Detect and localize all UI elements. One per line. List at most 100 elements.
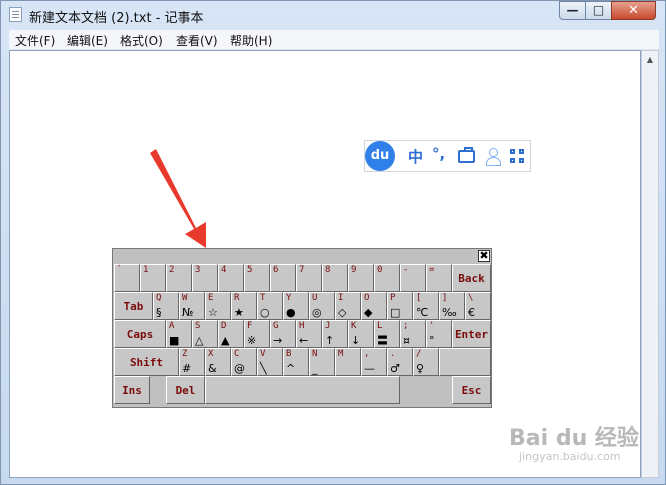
soft-keyboard-titlebar[interactable]	[113, 249, 491, 263]
user-icon[interactable]	[485, 148, 501, 166]
key-10-row2[interactable]: [℃	[413, 292, 439, 320]
menu-view[interactable]: 查看(V)	[176, 32, 218, 49]
key-0-row4[interactable]: Z #	[179, 348, 205, 376]
key-0-row2[interactable]: Q §	[153, 292, 179, 320]
key-6-row3-symbol: ↑	[325, 334, 335, 347]
key-12-row2[interactable]: \ €	[465, 292, 491, 320]
key-7-row2-symbol: ◇	[338, 306, 347, 319]
key-8-row3-label: L	[377, 321, 383, 331]
key-2-row2[interactable]: E ☆	[205, 292, 231, 320]
key-shift[interactable]: Shift	[114, 348, 179, 376]
key-5-row1[interactable]: 5	[244, 264, 270, 292]
key-7-row1[interactable]: 7	[296, 264, 322, 292]
key-7-row3[interactable]: K ↓	[348, 320, 374, 348]
key-9-row2[interactable]: P □	[387, 292, 413, 320]
close-button[interactable]: ✕	[611, 1, 656, 20]
key-enter[interactable]: Enter	[452, 320, 491, 348]
scroll-up-icon[interactable]: ▲	[642, 51, 658, 68]
key-8-row4[interactable]: . ♂	[387, 348, 413, 376]
key-11-row2[interactable]: ] ‰	[439, 292, 465, 320]
key-8-row1[interactable]: 8	[322, 264, 348, 292]
key-back-label: Back	[458, 272, 485, 285]
key-6-row1-label: 6	[273, 265, 279, 275]
key-back[interactable]: Back	[452, 264, 491, 292]
key-9-row4[interactable]: / ♀	[413, 348, 439, 376]
key-3-row3[interactable]: F ※	[244, 320, 270, 348]
maximize-icon: □	[592, 3, 605, 17]
key-4-row1[interactable]: 4	[218, 264, 244, 292]
key-7-row4-symbol: —	[364, 362, 375, 375]
key-esc[interactable]: Esc	[452, 376, 491, 404]
key-5-row3[interactable]: H ←	[296, 320, 322, 348]
key-7-row2-label: I	[338, 293, 344, 303]
key-4-row2[interactable]: T ○	[257, 292, 283, 320]
key-0-row2-symbol: §	[156, 306, 162, 319]
key-0-row3[interactable]: A ■	[166, 320, 192, 348]
maximize-button[interactable]: □	[585, 1, 612, 20]
key-2-row4[interactable]: C @	[231, 348, 257, 376]
key-4-row4[interactable]: B ^	[283, 348, 309, 376]
key-3-row4[interactable]: V ╲	[257, 348, 283, 376]
key-2-row3[interactable]: D ▲	[218, 320, 244, 348]
key-9-row3[interactable]: ; ¤	[400, 320, 426, 348]
key-11-row1[interactable]: -	[400, 264, 426, 292]
key-2-row1[interactable]: 2	[166, 264, 192, 292]
key-10-row1[interactable]: 0	[374, 264, 400, 292]
key-5-row3-symbol: ←	[299, 334, 309, 347]
ime-punctuation-toggle[interactable]: °,	[432, 145, 445, 163]
key-1-row1[interactable]: 1	[140, 264, 166, 292]
vertical-scrollbar[interactable]: ▲	[641, 50, 659, 478]
grid-menu-icon[interactable]	[510, 149, 526, 165]
menu-file[interactable]: 文件(F)	[15, 32, 55, 49]
key-12-row2-symbol: €	[468, 306, 475, 319]
baidu-ime-logo[interactable]: du	[365, 141, 395, 171]
menu-edit[interactable]: 编辑(E)	[67, 32, 108, 49]
key-8-row4-symbol: ♂	[390, 362, 400, 375]
key-9-row1[interactable]: 9	[348, 264, 374, 292]
key-del[interactable]: Del	[166, 376, 205, 404]
menu-bar: 文件(F) 编辑(E) 格式(O) 查看(V) 帮助(H)	[9, 30, 659, 50]
key-4-row3[interactable]: G →	[270, 320, 296, 348]
key-caps[interactable]: Caps	[114, 320, 166, 348]
key-7-row2[interactable]: I ◇	[335, 292, 361, 320]
baidu-jingyan-watermark: Bai du 经验 jingyan.baidu.com	[509, 420, 639, 472]
key-1-row3[interactable]: S △	[192, 320, 218, 348]
key-3-row3-symbol: ※	[247, 334, 257, 347]
key-7-row3-label: K	[351, 321, 357, 331]
key-5-row2-symbol: ●	[286, 306, 296, 319]
minimize-button[interactable]: —	[559, 1, 586, 20]
key-9-row3-label: ;	[403, 321, 409, 331]
key-1-row2-label: W	[182, 293, 188, 303]
key-6-row1[interactable]: 6	[270, 264, 296, 292]
key-4-row4-symbol: ^	[286, 362, 296, 375]
title-bar[interactable]: 新建文本文档 (2).txt - 记事本 — □ ✕	[1, 1, 665, 29]
ime-mode-toggle[interactable]: 中	[408, 146, 423, 167]
soft-keyboard-close-icon[interactable]: ✖	[478, 250, 490, 262]
key-1-row4[interactable]: X &	[205, 348, 231, 376]
key-12-row1[interactable]: =	[426, 264, 452, 292]
key-6-row3[interactable]: J ↑	[322, 320, 348, 348]
key-5-row4[interactable]: N _	[309, 348, 335, 376]
key-tab[interactable]: Tab	[114, 292, 153, 320]
menu-format[interactable]: 格式(O)	[120, 32, 163, 49]
key-10-row3[interactable]: ' °	[426, 320, 452, 348]
key-blank-right[interactable]	[439, 348, 491, 376]
key-8-row3[interactable]: L 〓	[374, 320, 400, 348]
key-3-row1[interactable]: 3	[192, 264, 218, 292]
key-space[interactable]	[205, 376, 400, 404]
menu-help[interactable]: 帮助(H)	[230, 32, 272, 49]
key-7-row4[interactable]: , —	[361, 348, 387, 376]
key-3-row1-label: 3	[195, 265, 201, 275]
key-8-row2[interactable]: O ◆	[361, 292, 387, 320]
toolbox-icon[interactable]	[458, 147, 475, 163]
key-0-row1[interactable]: `	[114, 264, 140, 292]
key-5-row2[interactable]: Y ●	[283, 292, 309, 320]
key-ins[interactable]: Ins	[114, 376, 150, 404]
key-3-row2[interactable]: R ★	[231, 292, 257, 320]
key-6-row2[interactable]: U ◎	[309, 292, 335, 320]
key-6-row4[interactable]: M	[335, 348, 361, 376]
soft-keyboard: ✖ ` 1 2 3 4 5 6 7 8 9 0- = Back Tab Q § W № E ☆ R ★ T ○ Y ● U ◎ I ◇ O ◆…	[112, 248, 492, 408]
key-1-row2-symbol: №	[182, 306, 194, 319]
key-3-row4-symbol: ╲	[260, 362, 267, 375]
key-1-row2[interactable]: W №	[179, 292, 205, 320]
